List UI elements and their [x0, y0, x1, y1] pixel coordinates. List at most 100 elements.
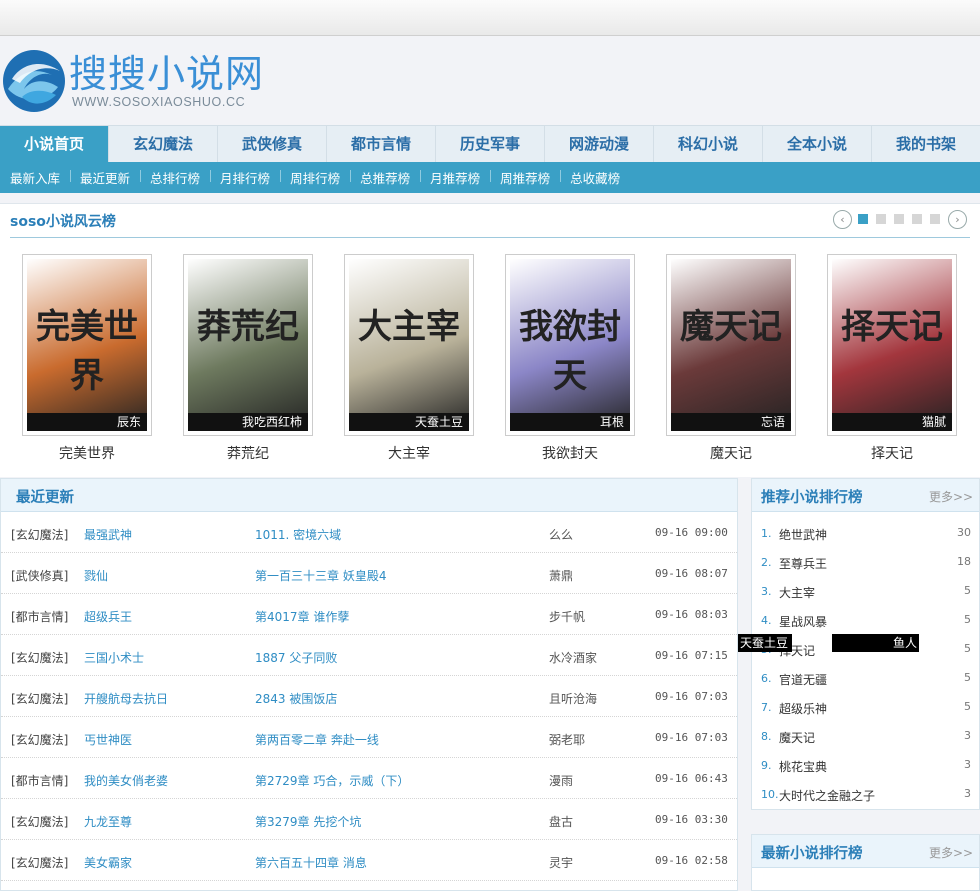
- nav-item-bookshelf[interactable]: 我的书架: [872, 126, 980, 162]
- book-name[interactable]: 魔天记: [666, 443, 796, 463]
- book-name[interactable]: 莽荒纪: [183, 443, 313, 463]
- rank-name[interactable]: 大时代之金融之子: [779, 787, 875, 804]
- row-category[interactable]: [玄幻魔法]: [11, 526, 68, 543]
- rank-item[interactable]: 4. 星战风暴 5: [752, 606, 979, 635]
- row-chapter[interactable]: 第一百三十三章 妖皇殿4: [255, 567, 386, 584]
- book-cover[interactable]: 完美世界 辰东: [22, 254, 152, 436]
- row-chapter[interactable]: 第2729章 巧合，示威（下）: [255, 772, 409, 789]
- row-book-name[interactable]: 最强武神: [84, 526, 132, 543]
- book-card[interactable]: 我欲封天 耳根 我欲封天: [505, 254, 635, 463]
- book-name[interactable]: 择天记: [827, 443, 957, 463]
- row-book-name[interactable]: 丐世神医: [84, 731, 132, 748]
- carousel-dot[interactable]: [912, 214, 922, 224]
- rank-item[interactable]: 8. 魔天记 3: [752, 722, 979, 751]
- nav-item-home[interactable]: 小说首页: [0, 126, 109, 162]
- rank-name[interactable]: 桃花宝典: [779, 758, 827, 775]
- row-category[interactable]: [玄幻魔法]: [11, 649, 68, 666]
- book-name[interactable]: 大主宰: [344, 443, 474, 463]
- row-category[interactable]: [武侠修真]: [11, 567, 68, 584]
- book-card[interactable]: 择天记 猫腻 择天记: [827, 254, 957, 463]
- row-book-name[interactable]: 三国小术士: [84, 649, 144, 666]
- subnav-month-recommend[interactable]: 月推荐榜: [420, 168, 490, 187]
- rank-item[interactable]: 9. 桃花宝典 3: [752, 751, 979, 780]
- carousel-dot[interactable]: [930, 214, 940, 224]
- row-chapter[interactable]: 第3279章 先挖个坑: [255, 813, 361, 830]
- site-title[interactable]: 搜搜小说网: [69, 51, 264, 97]
- row-category[interactable]: [都市言情]: [11, 608, 68, 625]
- book-cover[interactable]: 莽荒纪 我吃西红柿: [183, 254, 313, 436]
- book-cover[interactable]: 我欲封天 耳根: [505, 254, 635, 436]
- row-chapter[interactable]: 第4017章 谁作孽: [255, 608, 349, 625]
- subnav-newest[interactable]: 最新入库: [0, 168, 70, 187]
- row-time: 09-16 07:15: [655, 649, 728, 662]
- rank-no: 4.: [761, 614, 772, 627]
- newest-rank-header: 最新小说排行榜 更多>>: [752, 835, 979, 868]
- nav-item-urban[interactable]: 都市言情: [327, 126, 436, 162]
- cover-image: 莽荒纪 我吃西红柿: [188, 259, 308, 431]
- cover-image: 择天记 猫腻: [832, 259, 952, 431]
- subnav-month-rank[interactable]: 月排行榜: [210, 168, 280, 187]
- book-cover[interactable]: 择天记 猫腻: [827, 254, 957, 436]
- book-card[interactable]: 大主宰 天蚕土豆 大主宰: [344, 254, 474, 463]
- row-category[interactable]: [都市言情]: [11, 772, 68, 789]
- row-category[interactable]: [玄幻魔法]: [11, 690, 68, 707]
- subnav-recent[interactable]: 最近更新: [70, 168, 140, 187]
- recommend-more-link[interactable]: 更多>>: [929, 488, 973, 505]
- logo-icon[interactable]: [2, 49, 68, 113]
- nav-item-history[interactable]: 历史军事: [436, 126, 545, 162]
- carousel-dots: [858, 214, 940, 224]
- row-chapter[interactable]: 2843 被围饭店: [255, 690, 337, 707]
- rank-name[interactable]: 官道无疆: [779, 671, 827, 688]
- subnav-week-rank[interactable]: 周排行榜: [280, 168, 350, 187]
- nav-item-complete[interactable]: 全本小说: [763, 126, 872, 162]
- row-book-name[interactable]: 我的美女俏老婆: [84, 772, 168, 789]
- nav-item-wuxia[interactable]: 武侠修真: [218, 126, 327, 162]
- book-cover[interactable]: 魔天记 忘语: [666, 254, 796, 436]
- newest-more-link[interactable]: 更多>>: [929, 844, 973, 861]
- rank-name[interactable]: 大主宰: [779, 584, 815, 601]
- row-chapter[interactable]: 第六百五十四章 消息: [255, 854, 367, 871]
- book-name[interactable]: 完美世界: [22, 443, 152, 463]
- subnav-week-recommend[interactable]: 周推荐榜: [490, 168, 560, 187]
- next-arrow-icon[interactable]: ›: [948, 210, 967, 229]
- rank-name[interactable]: 超级乐神: [779, 700, 827, 717]
- row-chapter[interactable]: 第两百零二章 奔赴一线: [255, 731, 379, 748]
- nav-item-scifi[interactable]: 科幻小说: [654, 126, 763, 162]
- subnav-total-favorites[interactable]: 总收藏榜: [560, 168, 630, 187]
- rank-name[interactable]: 魔天记: [779, 729, 815, 746]
- rank-name[interactable]: 星战风暴: [779, 613, 827, 630]
- rank-item[interactable]: 6. 官道无疆 5: [752, 664, 979, 693]
- newest-rank-panel: 最新小说排行榜 更多>>: [751, 834, 980, 891]
- carousel-dot[interactable]: [876, 214, 886, 224]
- carousel-dot[interactable]: [858, 214, 868, 224]
- rank-item[interactable]: 7. 超级乐神 5: [752, 693, 979, 722]
- row-chapter[interactable]: 1887 父子同败: [255, 649, 337, 666]
- row-book-name[interactable]: 超级兵王: [84, 608, 132, 625]
- row-chapter[interactable]: 1011. 密境六域: [255, 526, 341, 543]
- rank-name[interactable]: 至尊兵王: [779, 555, 827, 572]
- row-book-name[interactable]: 美女霸家: [84, 854, 132, 871]
- subnav-total-recommend[interactable]: 总推荐榜: [350, 168, 420, 187]
- nav-item-game[interactable]: 网游动漫: [545, 126, 654, 162]
- rank-name[interactable]: 绝世武神: [779, 526, 827, 543]
- row-book-name[interactable]: 戮仙: [84, 567, 108, 584]
- carousel-dot[interactable]: [894, 214, 904, 224]
- book-cover[interactable]: 大主宰 天蚕土豆: [344, 254, 474, 436]
- row-category[interactable]: [玄幻魔法]: [11, 854, 68, 871]
- rank-item[interactable]: 2. 至尊兵王 18: [752, 548, 979, 577]
- row-book-name[interactable]: 九龙至尊: [84, 813, 132, 830]
- rank-item[interactable]: 1. 绝世武神 30: [752, 519, 979, 548]
- prev-arrow-icon[interactable]: ‹: [833, 210, 852, 229]
- book-card[interactable]: 魔天记 忘语 魔天记: [666, 254, 796, 463]
- table-row: [都市言情] 我的美女俏老婆 第2729章 巧合，示威（下） 漫雨 09-16 …: [1, 758, 737, 799]
- subnav-total-rank[interactable]: 总排行榜: [140, 168, 210, 187]
- book-name[interactable]: 我欲封天: [505, 443, 635, 463]
- row-category[interactable]: [玄幻魔法]: [11, 813, 68, 830]
- rank-item[interactable]: 10. 大时代之金融之子 3: [752, 780, 979, 809]
- row-category[interactable]: [玄幻魔法]: [11, 731, 68, 748]
- book-card[interactable]: 莽荒纪 我吃西红柿 莽荒纪: [183, 254, 313, 463]
- nav-item-fantasy[interactable]: 玄幻魔法: [109, 126, 218, 162]
- row-book-name[interactable]: 开艘航母去抗日: [84, 690, 168, 707]
- rank-item[interactable]: 3. 大主宰 5: [752, 577, 979, 606]
- book-card[interactable]: 完美世界 辰东 完美世界: [22, 254, 152, 463]
